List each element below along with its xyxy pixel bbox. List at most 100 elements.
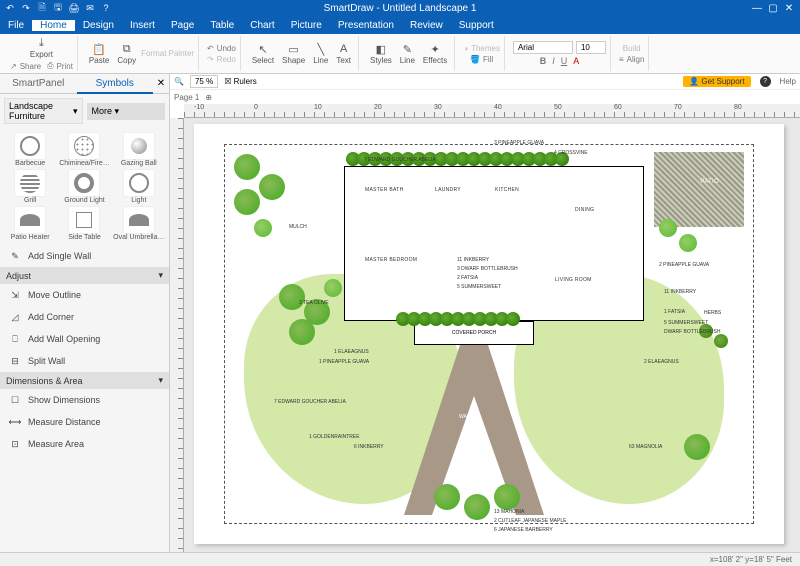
close-button[interactable]: ✕: [782, 2, 796, 14]
help-button[interactable]: ?: [760, 76, 771, 87]
plant-label: 11 INKBERRY: [664, 289, 696, 295]
add-page-button[interactable]: ⊕: [205, 93, 212, 102]
house[interactable]: MASTER BATH LAUNDRY KITCHEN DINING MASTE…: [344, 166, 644, 321]
select-button[interactable]: ↖Select: [249, 42, 277, 65]
canvas[interactable]: PATIO MASTER BATH LAUNDRY KITCHEN DINING…: [184, 118, 800, 552]
tree[interactable]: [434, 484, 460, 510]
print-icon[interactable]: 🖨: [68, 2, 80, 14]
redo-button[interactable]: ↷Redo: [207, 55, 236, 64]
ribbon-group-clipboard: 📋Paste ⧉Copy Format Painter: [82, 36, 199, 71]
symbol-grill[interactable]: Grill: [4, 169, 56, 204]
rulers-toggle[interactable]: ☒ Rulers: [224, 77, 257, 86]
font-size-select[interactable]: 10: [576, 41, 606, 54]
text-button[interactable]: AText: [333, 42, 354, 65]
page-tab[interactable]: Page 1: [174, 93, 199, 102]
menu-design[interactable]: Design: [75, 20, 122, 31]
menu-table[interactable]: Table: [202, 20, 242, 31]
underline-button[interactable]: U: [561, 56, 568, 66]
symbol-gazing-ball[interactable]: Gazing Ball: [113, 132, 165, 167]
save-icon[interactable]: 🖫: [52, 2, 64, 14]
add-single-wall-button[interactable]: ✎Add Single Wall: [0, 245, 169, 267]
menu-chart[interactable]: Chart: [242, 20, 282, 31]
page[interactable]: PATIO MASTER BATH LAUNDRY KITCHEN DINING…: [194, 124, 784, 544]
paste-button[interactable]: 📋Paste: [86, 42, 112, 65]
landscape-drawing[interactable]: PATIO MASTER BATH LAUNDRY KITCHEN DINING…: [204, 134, 774, 534]
panel-close-button[interactable]: ✕: [153, 74, 169, 94]
show-dimensions-button[interactable]: ☐Show Dimensions: [0, 389, 169, 411]
tree[interactable]: [714, 334, 728, 348]
new-icon[interactable]: 🗎: [36, 2, 48, 14]
build-button[interactable]: Build: [623, 44, 641, 53]
menu-review[interactable]: Review: [402, 20, 451, 31]
tree[interactable]: [324, 279, 342, 297]
symbol-chiminea[interactable]: Chiminea/Fire…: [58, 132, 110, 167]
zoom-in-icon[interactable]: 🔍: [174, 77, 184, 86]
undo-button[interactable]: ↶Undo: [207, 44, 236, 53]
symbol-light[interactable]: Light: [113, 169, 165, 204]
minimize-button[interactable]: —: [750, 2, 764, 14]
adjust-header[interactable]: Adjust▾: [0, 267, 169, 284]
shape-button[interactable]: ▭Shape: [279, 42, 308, 65]
tree[interactable]: [679, 234, 697, 252]
tab-symbols[interactable]: Symbols: [77, 74, 154, 94]
font-color-button[interactable]: A: [573, 56, 579, 66]
dimensions-header[interactable]: Dimensions & Area▾: [0, 372, 169, 389]
tree[interactable]: [279, 284, 305, 310]
measure-area-button[interactable]: ⊡Measure Area: [0, 433, 169, 455]
patio[interactable]: [654, 152, 744, 227]
tree[interactable]: [289, 319, 315, 345]
symbol-more-button[interactable]: More ▾: [87, 103, 166, 120]
tree[interactable]: [254, 219, 272, 237]
plant-label: 6 INKBERRY: [354, 444, 384, 450]
fill-button[interactable]: 🪣Fill: [470, 55, 493, 64]
symbol-barbecue[interactable]: Barbecue: [4, 132, 56, 167]
menu-presentation[interactable]: Presentation: [330, 20, 402, 31]
tree[interactable]: [464, 494, 490, 520]
themes-button[interactable]: ◑Themes: [463, 44, 500, 53]
print-button[interactable]: ⎙Print: [47, 61, 73, 71]
line-button[interactable]: ╲Line: [310, 42, 331, 65]
add-wall-opening-button[interactable]: ⎕Add Wall Opening: [0, 328, 169, 350]
font-family-select[interactable]: Arial: [513, 41, 573, 54]
tree[interactable]: [659, 219, 677, 237]
maximize-button[interactable]: ▢: [766, 2, 780, 14]
align-button[interactable]: ≡Align: [619, 55, 644, 64]
tree[interactable]: [684, 434, 710, 460]
move-outline-button[interactable]: ⇲Move Outline: [0, 284, 169, 306]
undo-icon[interactable]: ↶: [4, 2, 16, 14]
line-style-button[interactable]: ✎Line: [397, 42, 418, 65]
measure-distance-button[interactable]: ⟷Measure Distance: [0, 411, 169, 433]
get-support-button[interactable]: 👤 Get Support: [683, 76, 750, 87]
menu-support[interactable]: Support: [451, 20, 502, 31]
add-corner-button[interactable]: ◿Add Corner: [0, 306, 169, 328]
symbol-side-table[interactable]: Side Table: [58, 206, 110, 241]
italic-button[interactable]: I: [552, 56, 555, 66]
effects-button[interactable]: ✦Effects: [420, 42, 450, 65]
symbol-category-select[interactable]: Landscape Furniture▾: [4, 98, 83, 124]
copy-button[interactable]: ⧉Copy: [114, 42, 139, 65]
symbol-oval-umbrella[interactable]: Oval Umbrella…: [113, 206, 165, 241]
tree[interactable]: [234, 189, 260, 215]
tab-smartpanel[interactable]: SmartPanel: [0, 74, 77, 94]
styles-button[interactable]: ◧Styles: [367, 42, 395, 65]
menu-picture[interactable]: Picture: [283, 20, 330, 31]
bold-button[interactable]: B: [540, 56, 547, 66]
help-icon[interactable]: ?: [100, 2, 112, 14]
mail-icon[interactable]: ✉: [84, 2, 96, 14]
split-wall-button[interactable]: ⊟Split Wall: [0, 350, 169, 372]
format-painter-button[interactable]: Format Painter: [141, 49, 194, 58]
menu-insert[interactable]: Insert: [122, 20, 163, 31]
tree[interactable]: [234, 154, 260, 180]
menu-page[interactable]: Page: [163, 20, 202, 31]
export-button[interactable]: ⤓Export: [27, 36, 56, 59]
redo-icon[interactable]: ↷: [20, 2, 32, 14]
tree[interactable]: [494, 484, 520, 510]
symbol-ground-light[interactable]: Ground Light: [58, 169, 110, 204]
shrub-row-porch[interactable]: [399, 312, 559, 328]
menu-file[interactable]: File: [0, 20, 32, 31]
symbol-patio-heater[interactable]: Patio Heater: [4, 206, 56, 241]
tree[interactable]: [259, 174, 285, 200]
menu-home[interactable]: Home: [32, 20, 75, 31]
zoom-level[interactable]: 75 %: [190, 75, 218, 88]
share-button[interactable]: ↗Share: [10, 61, 41, 71]
